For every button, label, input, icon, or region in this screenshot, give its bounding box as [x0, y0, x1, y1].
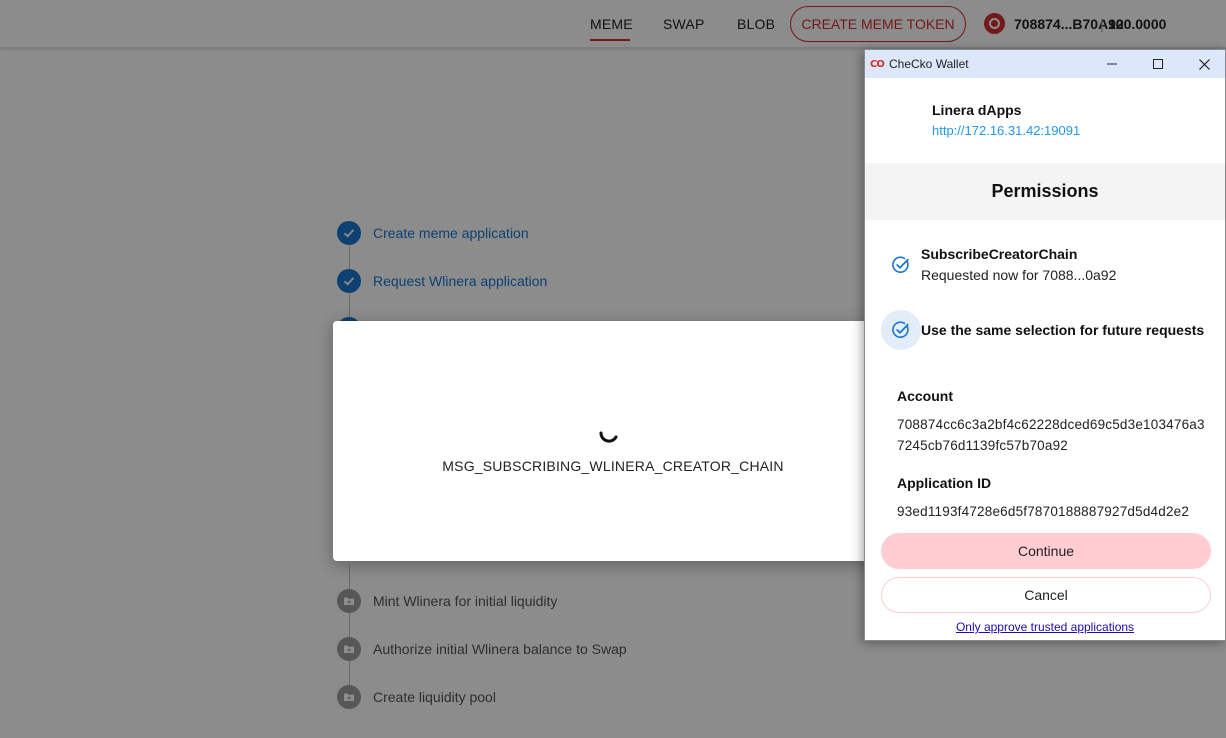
wallet-logo-icon: CO: [870, 59, 885, 70]
account-value: 708874cc6c3a2bf4c62228dced69c5d3e103476a…: [897, 417, 1205, 453]
window-titlebar[interactable]: CO CheCko Wallet: [865, 50, 1225, 78]
checko-wallet-window: CO CheCko Wallet Linera dApps http://172…: [864, 49, 1226, 641]
account-label: Account: [897, 388, 953, 404]
loading-dialog: MSG_SUBSCRIBING_WLINERA_CREATOR_CHAIN: [333, 321, 893, 561]
continue-button[interactable]: Continue: [881, 533, 1211, 569]
dapp-name: Linera dApps: [932, 102, 1022, 118]
application-id-label: Application ID: [897, 475, 992, 491]
maximize-button[interactable]: [1135, 50, 1181, 78]
close-button[interactable]: [1181, 50, 1226, 78]
permissions-header: Permissions: [865, 163, 1225, 220]
dapp-url[interactable]: http://172.16.31.42:19091: [932, 123, 1080, 138]
minimize-button[interactable]: [1089, 50, 1135, 78]
check-circle-icon[interactable]: [891, 255, 911, 275]
permissions-title: Permissions: [991, 181, 1099, 201]
trusted-apps-link[interactable]: Only approve trusted applications: [865, 620, 1225, 634]
cancel-button[interactable]: Cancel: [881, 577, 1211, 613]
application-id-value: 93ed1193f4728e6d5f7870188887927d5d4d2e2: [897, 504, 1190, 519]
permission-description: Requested now for 7088...0a92: [921, 267, 1117, 283]
loading-message: MSG_SUBSCRIBING_WLINERA_CREATOR_CHAIN: [442, 458, 784, 474]
same-selection-label[interactable]: Use the same selection for future reques…: [921, 322, 1204, 338]
window-title: CheCko Wallet: [889, 57, 969, 71]
check-circle-icon[interactable]: [891, 320, 911, 340]
permission-name: SubscribeCreatorChain: [921, 246, 1078, 262]
spinner-icon: [599, 431, 618, 443]
